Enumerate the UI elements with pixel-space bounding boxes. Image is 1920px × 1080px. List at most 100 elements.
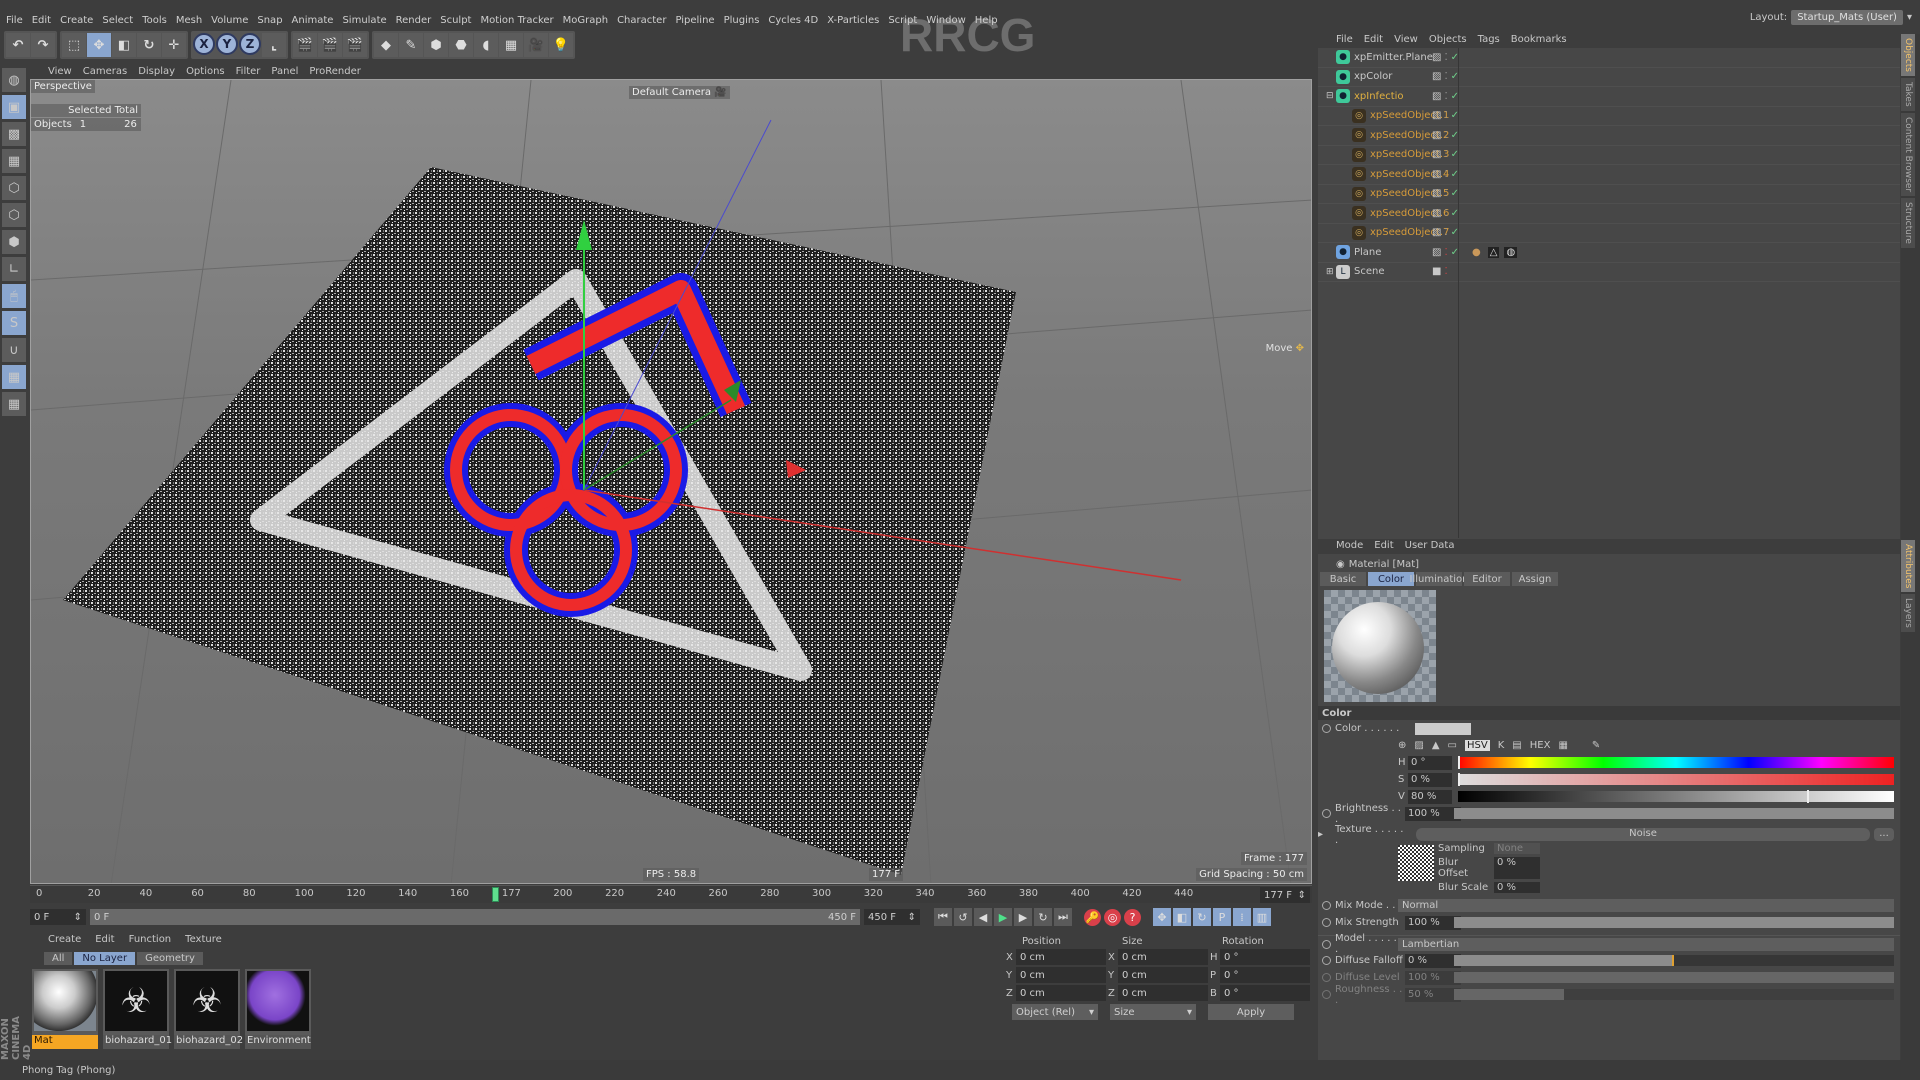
viewport-menu-panel[interactable]: Panel — [271, 66, 298, 77]
color-wheel-icon[interactable]: ⊕ — [1398, 740, 1406, 751]
object-menu-file[interactable]: File — [1336, 34, 1353, 48]
menu-pipeline[interactable]: Pipeline — [675, 15, 714, 26]
viewport-menu-prorender[interactable]: ProRender — [309, 66, 360, 77]
workplane-align-icon[interactable]: ▦ — [2, 392, 26, 416]
key-pla-icon[interactable]: ⁞ — [1233, 908, 1251, 926]
timeline-playhead[interactable] — [491, 887, 499, 902]
h-field[interactable]: 0 ° — [1408, 755, 1452, 770]
y-axis-icon[interactable]: Y — [216, 33, 238, 55]
coordinate-system-icon[interactable]: ⌞ — [262, 33, 286, 57]
phong-tag-icon[interactable]: ● — [1470, 247, 1483, 258]
object-menu-objects[interactable]: Objects — [1429, 34, 1467, 48]
next-key-icon[interactable]: ↻ — [1034, 908, 1052, 926]
texture-tag-biohazard-icon[interactable]: △ — [1487, 246, 1500, 258]
display-toggle-icon[interactable]: ▨ — [1432, 169, 1441, 180]
roughness-slider[interactable] — [1454, 989, 1894, 1000]
object-row[interactable]: ● Plane ▨ ⁚ ✓ ● △ ◍ — [1318, 243, 1900, 263]
menu-mesh[interactable]: Mesh — [176, 15, 202, 26]
attribute-tab-illumination[interactable]: Illumination — [1410, 572, 1469, 586]
object-row[interactable]: ◎ xpSeedObject.1 ▨ ⁚ ✓ — [1318, 107, 1900, 126]
goto-end-icon[interactable]: ⏭ — [1054, 908, 1072, 926]
object-row[interactable]: ◎ xpSeedObject.2 ▨ ⁚ ✓ — [1318, 126, 1900, 146]
rotate-icon[interactable]: ↻ — [137, 33, 161, 57]
h-slider-handle[interactable] — [1458, 756, 1460, 769]
redo-icon[interactable]: ↷ — [31, 33, 55, 57]
v-slider[interactable] — [1458, 790, 1894, 803]
menu-help[interactable]: Help — [975, 15, 998, 26]
material-tab-all[interactable]: All — [44, 952, 73, 965]
menu-file[interactable]: File — [6, 15, 23, 26]
object-menu-tags[interactable]: Tags — [1478, 34, 1500, 48]
diffuse-level-slider[interactable] — [1454, 972, 1894, 983]
object-row[interactable]: ● xpColor ▨ ⁚ ✓ — [1318, 68, 1900, 87]
mixer-icon[interactable]: ▤ — [1512, 740, 1521, 751]
menu-select[interactable]: Select — [102, 15, 133, 26]
rotation-field[interactable]: 0 ° — [1220, 985, 1310, 1001]
render-view-icon[interactable]: 🎬 — [293, 33, 317, 57]
record-keys-icon[interactable]: 🔑 — [1084, 908, 1101, 926]
camera-label[interactable]: Default Camera 🎥 — [629, 86, 730, 99]
display-toggle-icon[interactable]: ▨ — [1432, 91, 1441, 102]
camera-icon[interactable]: 🎥 — [524, 33, 548, 57]
menu-window[interactable]: Window — [926, 15, 965, 26]
undo-icon[interactable]: ↶ — [6, 33, 30, 57]
layout-dropdown[interactable]: Startup_Mats (User) — [1791, 10, 1903, 25]
layout-selector[interactable]: Layout: Startup_Mats (User) ▾ — [1750, 10, 1912, 25]
side-tab-content-browser[interactable]: Content Browser — [1901, 112, 1915, 196]
attribute-tab-color[interactable]: Color — [1368, 572, 1414, 586]
mix-strength-slider[interactable] — [1454, 917, 1894, 928]
menu-volume[interactable]: Volume — [211, 15, 248, 26]
rgb-mode-icon[interactable]: ▭ — [1448, 740, 1457, 751]
object-row[interactable]: ⊟ ● xpInfectio ▨ ⁚ ✓ — [1318, 87, 1900, 107]
diffuse-falloff-field[interactable]: 0 % — [1405, 953, 1461, 968]
material-swatch[interactable]: ☣ biohazard_01 — [103, 969, 172, 1049]
current-frame-field[interactable]: 177 F ⇕ — [1260, 887, 1310, 903]
deformer-icon[interactable]: ◖ — [474, 33, 498, 57]
menu-script[interactable]: Script — [888, 15, 917, 26]
render-settings-icon[interactable]: 🎬 — [343, 33, 367, 57]
floor-icon[interactable]: ▦ — [499, 33, 523, 57]
animate-radio-icon[interactable] — [1322, 990, 1331, 999]
material-menu-texture[interactable]: Texture — [185, 934, 222, 948]
mix-strength-field[interactable]: 100 % — [1405, 915, 1461, 930]
coordinate-mode-dropdown[interactable]: Object (Rel) ▾ — [1012, 1004, 1098, 1020]
position-field[interactable]: 0 cm — [1016, 949, 1106, 965]
animate-radio-icon[interactable] — [1322, 939, 1331, 949]
display-toggle-icon[interactable]: ▨ — [1432, 71, 1441, 82]
tweak-icon[interactable]: 🖱 — [2, 284, 26, 308]
z-axis-icon[interactable]: Z — [239, 33, 261, 55]
material-menu-edit[interactable]: Edit — [95, 934, 114, 948]
size-field[interactable]: 0 cm — [1118, 949, 1208, 965]
menu-cycles-4d[interactable]: Cycles 4D — [768, 15, 818, 26]
visibility-dots-icon[interactable]: ⁚ — [1444, 188, 1447, 199]
visibility-dots-icon[interactable]: ⁚ — [1444, 130, 1447, 141]
image-picker-icon[interactable]: ▲ — [1432, 740, 1440, 751]
brightness-slider[interactable] — [1454, 808, 1894, 819]
texture-mode-icon[interactable]: ▩ — [2, 122, 26, 146]
viewport-menu-filter[interactable]: Filter — [236, 66, 261, 77]
object-row[interactable]: ⊞ L Scene ■ ⁚ — [1318, 263, 1900, 282]
mix-mode-dropdown[interactable]: Normal — [1398, 899, 1894, 912]
next-frame-icon[interactable]: ▶ — [1014, 908, 1032, 926]
menu-character[interactable]: Character — [617, 15, 666, 26]
animate-radio-icon[interactable] — [1322, 956, 1331, 965]
viewport-menu-display[interactable]: Display — [138, 66, 175, 77]
animate-radio-icon[interactable] — [1322, 724, 1331, 733]
menu-edit[interactable]: Edit — [32, 15, 51, 26]
menu-x-particles[interactable]: X-Particles — [827, 15, 879, 26]
menu-simulate[interactable]: Simulate — [342, 15, 386, 26]
key-parameter-icon[interactable]: P — [1213, 908, 1231, 926]
brightness-field[interactable]: 100 % — [1405, 806, 1461, 821]
material-swatch[interactable]: Environment — [245, 969, 311, 1049]
array-icon[interactable]: ⬣ — [449, 33, 473, 57]
menu-snap[interactable]: Snap — [257, 15, 282, 26]
object-row[interactable]: ◎ xpSeedObject.3 ▨ ⁚ ✓ — [1318, 146, 1900, 165]
size-mode-dropdown[interactable]: Size ▾ — [1110, 1004, 1196, 1020]
visibility-dots-icon[interactable]: ⁚ — [1444, 247, 1447, 258]
color-section-header[interactable]: Color — [1318, 706, 1900, 720]
menu-render[interactable]: Render — [396, 15, 432, 26]
eyedropper-icon[interactable]: ✎ — [1592, 740, 1600, 751]
model-mode-icon[interactable]: ▣ — [2, 95, 26, 119]
play-icon[interactable]: ▶ — [994, 908, 1012, 926]
position-field[interactable]: 0 cm — [1016, 967, 1106, 983]
